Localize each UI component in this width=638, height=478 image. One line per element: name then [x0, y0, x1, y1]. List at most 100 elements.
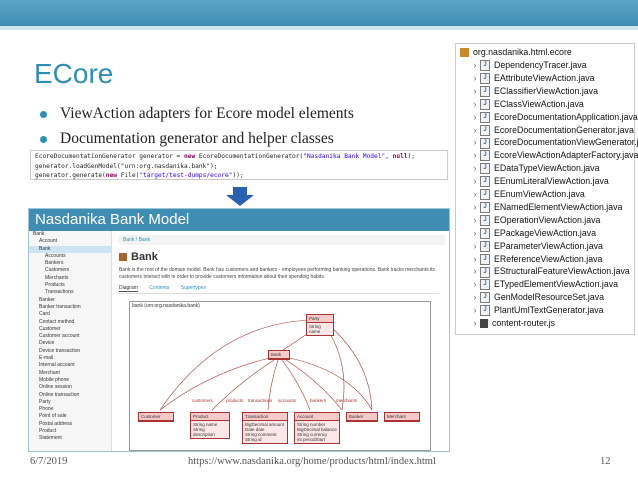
tree-item[interactable]: Device	[29, 340, 111, 347]
tree-item[interactable]: Online transaction	[29, 392, 111, 399]
tree-item[interactable]: Postal address	[29, 421, 111, 428]
tree-item[interactable]: Banker	[29, 297, 111, 304]
file-row[interactable]: › J ETypedElementViewAction.java	[470, 278, 618, 291]
chevron-right-icon[interactable]: ›	[470, 175, 480, 188]
file-row[interactable]: › J EPackageViewAction.java	[470, 227, 596, 240]
file-row[interactable]: › J EStructuralFeatureViewAction.java	[470, 265, 630, 278]
file-name: content-router.js	[492, 318, 556, 328]
java-file-icon: J	[480, 202, 490, 214]
chevron-right-icon[interactable]: ›	[470, 72, 480, 85]
tree-item[interactable]: Party	[29, 399, 111, 406]
file-row[interactable]: › J EClassifierViewAction.java	[470, 85, 598, 98]
class-heading: Bank	[119, 251, 158, 263]
java-file-icon: J	[480, 150, 490, 162]
tree-item[interactable]: Banker transaction	[29, 304, 111, 311]
java-file-icon: J	[480, 98, 490, 110]
tree-item[interactable]: Internal account	[29, 362, 111, 369]
tab-contents[interactable]: Contents	[149, 285, 169, 291]
breadcrumb[interactable]: Bank / Bank	[119, 235, 445, 245]
tree-item[interactable]: Bank	[29, 245, 111, 253]
tree-item[interactable]: Device transaction	[29, 348, 111, 355]
file-row[interactable]: › content-router.js	[470, 317, 555, 330]
file-row[interactable]: › J PlantUmlTextGenerator.java	[470, 304, 604, 317]
chevron-right-icon[interactable]: ›	[470, 227, 480, 240]
footer-url[interactable]: https://www.nasdanika.org/home/products/…	[188, 456, 436, 467]
file-row[interactable]: › J EOperationViewAction.java	[470, 214, 600, 227]
tree-item[interactable]: Customer	[29, 326, 111, 333]
file-row[interactable]: › J EClassViewAction.java	[470, 98, 584, 111]
chevron-right-icon[interactable]: ›	[470, 214, 480, 227]
chevron-right-icon[interactable]: ›	[470, 317, 480, 330]
file-name: ENamedElementViewAction.java	[494, 201, 623, 212]
chevron-right-icon[interactable]: ›	[470, 149, 480, 162]
file-name: GenModelResourceSet.java	[494, 292, 605, 303]
tree-item[interactable]: Online session	[29, 384, 111, 391]
tree-item[interactable]: Bankers	[29, 260, 111, 267]
tree-item[interactable]: Product	[29, 428, 111, 435]
file-row[interactable]: › J EDataTypeViewAction.java	[470, 162, 599, 175]
chevron-right-icon[interactable]: ›	[470, 278, 480, 291]
docs-content: Bank / Bank Bank Bank is the root of the…	[115, 233, 445, 451]
tab-supertypes[interactable]: Supertypes	[181, 285, 206, 291]
uml-class-title: Merchant	[385, 413, 419, 421]
file-row[interactable]: › J DependencyTracer.java	[470, 59, 587, 72]
file-row[interactable]: › J EParameterViewAction.java	[470, 240, 603, 253]
relation-label: products	[226, 398, 244, 403]
package-row[interactable]: org.nasdanika.html.ecore	[460, 46, 572, 59]
file-row[interactable]: › J EcoreDocumentationApplication.java	[470, 111, 638, 124]
tree-item[interactable]: Customers	[29, 267, 111, 274]
uml-attrs: BigDecimal amount Date date String comment…	[243, 421, 287, 443]
uml-class-title: Party	[307, 315, 333, 323]
chevron-right-icon[interactable]: ›	[470, 59, 480, 72]
file-name: PlantUmlTextGenerator.java	[494, 305, 604, 316]
file-row[interactable]: › J EAttributeViewAction.java	[470, 72, 595, 85]
tree-item[interactable]: Customer account	[29, 333, 111, 340]
file-row[interactable]: › J EcoreViewActionAdapterFactory.java	[470, 149, 638, 162]
file-row[interactable]: › J EEnumViewAction.java	[470, 188, 585, 201]
chevron-right-icon[interactable]: ›	[470, 124, 480, 137]
tree-item[interactable]: Contact method	[29, 319, 111, 326]
file-row[interactable]: › J EcoreDocumentationGenerator.java	[470, 124, 634, 137]
file-name: DependencyTracer.java	[494, 60, 587, 70]
chevron-right-icon[interactable]: ›	[470, 162, 480, 175]
file-row[interactable]: › J EReferenceViewAction.java	[470, 253, 602, 266]
file-row[interactable]: › J EcoreDocumentationViewGenerator.java	[470, 136, 638, 149]
tree-item[interactable]: Products	[29, 282, 111, 289]
tree-item[interactable]: E-mail	[29, 355, 111, 362]
chevron-right-icon[interactable]: ›	[470, 291, 480, 304]
tree-item[interactable]: Card	[29, 311, 111, 318]
file-row[interactable]: › J ENamedElementViewAction.java	[470, 201, 622, 214]
chevron-right-icon[interactable]: ›	[470, 201, 480, 214]
bullet-list: ViewAction adapters for Ecore model elem…	[40, 104, 354, 154]
file-row[interactable]: › J EEnumLiteralViewAction.java	[470, 175, 609, 188]
chevron-right-icon[interactable]: ›	[470, 85, 480, 98]
chevron-right-icon[interactable]: ›	[470, 240, 480, 253]
java-file-icon: J	[480, 163, 490, 175]
slide-title: ECore	[34, 58, 114, 89]
tab-diagram[interactable]: Diagram	[119, 285, 138, 292]
tree-item[interactable]: Phone	[29, 406, 111, 413]
tree-item[interactable]: Bank	[29, 231, 111, 238]
java-file-icon: J	[480, 240, 490, 252]
chevron-right-icon[interactable]: ›	[470, 111, 480, 124]
tree-item[interactable]: Transactions	[29, 289, 111, 296]
tree-item[interactable]: Merchant	[29, 370, 111, 377]
tree-item[interactable]: Merchants	[29, 275, 111, 282]
relation-label: merchants	[336, 398, 358, 403]
chevron-right-icon[interactable]: ›	[470, 188, 480, 201]
file-row[interactable]: › J GenModelResourceSet.java	[470, 291, 604, 304]
chevron-right-icon[interactable]: ›	[470, 136, 480, 149]
tree-item[interactable]: Account	[29, 238, 111, 245]
uml-class-account: Account String number BigDecimal balance S…	[294, 412, 340, 444]
java-file-icon: J	[480, 85, 490, 97]
chevron-right-icon[interactable]: ›	[470, 265, 480, 278]
tree-item[interactable]: Accounts	[29, 253, 111, 260]
chevron-right-icon[interactable]: ›	[470, 304, 480, 317]
chevron-right-icon[interactable]: ›	[470, 98, 480, 111]
java-file-icon: J	[480, 214, 490, 226]
docs-title: Nasdanika Bank Model	[35, 211, 190, 228]
tree-item[interactable]: Mobile phone	[29, 377, 111, 384]
chevron-right-icon[interactable]: ›	[470, 253, 480, 266]
tree-item[interactable]: Point of sale	[29, 413, 111, 420]
tree-item[interactable]: Statement	[29, 435, 111, 442]
